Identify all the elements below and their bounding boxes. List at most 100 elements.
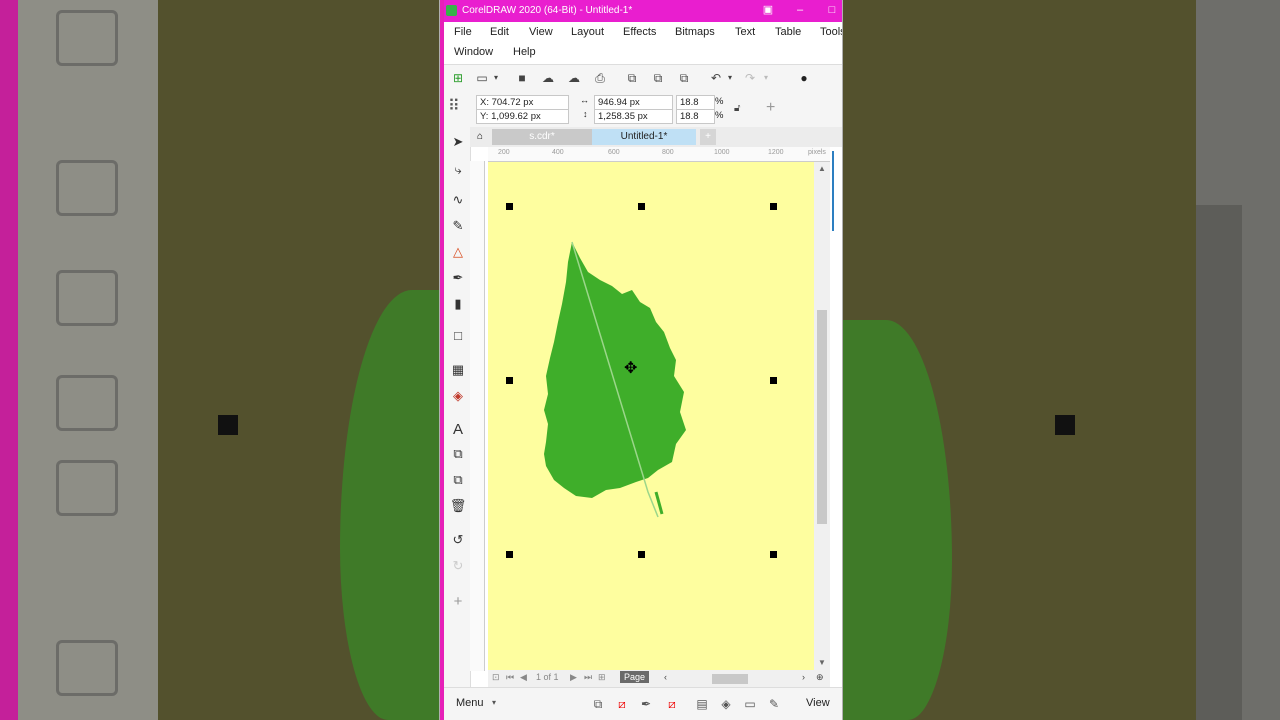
home-icon[interactable]: ⌂ bbox=[472, 129, 488, 145]
selection-handle[interactable] bbox=[770, 551, 777, 558]
outline-pen-icon[interactable]: ✒ bbox=[638, 696, 654, 712]
rectangle-tool-icon[interactable]: □ bbox=[449, 327, 467, 345]
percent-label: % bbox=[715, 96, 724, 107]
y-position-field[interactable]: Y: 1,099.62 px bbox=[476, 109, 569, 124]
shape-tool-icon[interactable]: ⤷ bbox=[449, 161, 467, 179]
open-dropdown-icon[interactable]: ▾ bbox=[488, 70, 504, 86]
scale-x-field[interactable]: 18.8 bbox=[676, 95, 715, 110]
menu-text[interactable]: Text bbox=[735, 26, 755, 38]
text-tool-icon[interactable]: A bbox=[449, 421, 467, 439]
redo-icon[interactable]: ↷ bbox=[742, 70, 758, 86]
menu-layout[interactable]: Layout bbox=[571, 26, 604, 38]
vertical-scrollbar[interactable]: ▲ ▼ bbox=[814, 162, 830, 670]
triangle-tool-icon[interactable]: △ bbox=[449, 243, 467, 261]
undo-dropdown-icon[interactable]: ▾ bbox=[722, 70, 738, 86]
height-icon: ↕ bbox=[583, 109, 588, 119]
publish-icon[interactable]: ⧉ bbox=[676, 70, 692, 86]
selection-handle[interactable] bbox=[506, 551, 513, 558]
scroll-right-icon[interactable]: › bbox=[802, 672, 805, 682]
docker-tab[interactable] bbox=[830, 147, 842, 677]
menu-effects[interactable]: Effects bbox=[623, 26, 656, 38]
menu-file[interactable]: File bbox=[454, 26, 472, 38]
table-tool-icon[interactable]: ⧉ bbox=[449, 445, 467, 463]
export-icon[interactable]: ⧉ bbox=[650, 70, 666, 86]
align-icon[interactable]: ▤ bbox=[694, 696, 710, 712]
selection-handle[interactable] bbox=[506, 203, 513, 210]
save-icon[interactable]: ■ bbox=[514, 70, 530, 86]
tab-s-cdr[interactable]: s.cdr* bbox=[492, 129, 592, 145]
scroll-thumb[interactable] bbox=[817, 310, 827, 524]
drawing-canvas[interactable]: ✥ bbox=[488, 162, 814, 670]
scale-y-field[interactable]: 18.8 bbox=[676, 109, 715, 124]
horizontal-scroll-thumb[interactable] bbox=[712, 674, 748, 684]
arrange-tool-icon[interactable]: ⧉ bbox=[449, 471, 467, 489]
menu-table[interactable]: Table bbox=[775, 26, 801, 38]
first-page-icon[interactable]: ⏮ bbox=[506, 672, 514, 683]
page-count: 1 of 1 bbox=[536, 672, 559, 682]
freehand-tool-icon[interactable]: ∿ bbox=[449, 191, 467, 209]
object-origin-icon[interactable]: ⠿ bbox=[448, 96, 460, 116]
scroll-left-icon[interactable]: ‹ bbox=[664, 672, 667, 682]
lock-ratio-icon[interactable]: 🔓︎ bbox=[734, 103, 740, 114]
rotate-right-icon[interactable]: ↻ bbox=[449, 557, 467, 575]
print-icon[interactable]: ⎙ bbox=[592, 70, 608, 86]
object-manager-icon[interactable]: ⧉ bbox=[590, 696, 606, 712]
menu-edit[interactable]: Edit bbox=[490, 26, 509, 38]
selection-handle[interactable] bbox=[770, 203, 777, 210]
menu-bitmaps[interactable]: Bitmaps bbox=[675, 26, 715, 38]
hints-icon[interactable]: ✎ bbox=[766, 696, 782, 712]
no-outline-icon[interactable]: ⧄ bbox=[664, 696, 680, 712]
selection-handle[interactable] bbox=[638, 203, 645, 210]
height-field[interactable]: 1,258.35 px bbox=[594, 109, 673, 124]
bg-handle bbox=[1055, 415, 1075, 435]
last-page-icon[interactable]: ⏭ bbox=[584, 672, 592, 683]
add-icon[interactable]: + bbox=[766, 99, 775, 117]
add-page-icon[interactable]: ⊞ bbox=[598, 672, 606, 683]
cloud-upload-icon[interactable]: ☁ bbox=[566, 70, 582, 86]
page-tab[interactable]: Page bbox=[620, 671, 650, 683]
ruler-tick: 400 bbox=[552, 149, 564, 156]
transparency-tool-icon[interactable]: ▦ bbox=[449, 361, 467, 379]
import-icon[interactable]: ⧉ bbox=[624, 70, 640, 86]
leaf-image[interactable] bbox=[488, 162, 814, 670]
cloud-download-icon[interactable]: ☁ bbox=[540, 70, 556, 86]
scroll-up-icon[interactable]: ▲ bbox=[818, 164, 826, 173]
selection-handle[interactable] bbox=[638, 551, 645, 558]
next-page-icon[interactable]: ▶ bbox=[570, 672, 577, 683]
redo-dropdown-icon[interactable]: ▾ bbox=[758, 70, 774, 86]
minimize-button[interactable]: – bbox=[792, 3, 808, 17]
bg-toolbox bbox=[18, 0, 158, 720]
layers-icon[interactable]: ◈ bbox=[718, 696, 734, 712]
view-button[interactable]: View bbox=[806, 697, 830, 709]
menu-button[interactable]: Menu bbox=[456, 697, 484, 709]
prev-page-icon[interactable]: ◀ bbox=[520, 672, 527, 683]
add-tool-icon[interactable]: + bbox=[449, 593, 467, 611]
restore-icon[interactable]: ▣ bbox=[760, 3, 776, 17]
tab-untitled[interactable]: Untitled-1* bbox=[592, 129, 696, 145]
width-field[interactable]: 946.94 px bbox=[594, 95, 673, 110]
eraser-tool-icon[interactable]: ▮ bbox=[449, 295, 467, 313]
no-fill-icon[interactable]: ⧄ bbox=[614, 696, 630, 712]
delete-icon[interactable]: 🗑︎ bbox=[449, 497, 467, 515]
rotate-icon[interactable]: ↺ bbox=[449, 531, 467, 549]
maximize-button[interactable]: □ bbox=[824, 3, 840, 17]
corel-connect-icon[interactable]: ● bbox=[796, 70, 812, 86]
new-tab-icon[interactable]: + bbox=[700, 129, 716, 145]
artistic-media-icon[interactable]: ✎ bbox=[449, 217, 467, 235]
menu-window[interactable]: Window bbox=[454, 46, 493, 58]
page-options-icon[interactable]: ⊡ bbox=[492, 672, 500, 683]
menu-tools[interactable]: Tools bbox=[820, 26, 842, 38]
scroll-down-icon[interactable]: ▼ bbox=[818, 658, 826, 667]
menu-dropdown-icon[interactable]: ▾ bbox=[492, 698, 496, 707]
selection-handle[interactable] bbox=[506, 377, 513, 384]
comment-icon[interactable]: ▭ bbox=[742, 696, 758, 712]
pick-tool-icon[interactable]: ➤ bbox=[449, 133, 467, 151]
menu-view[interactable]: View bbox=[529, 26, 553, 38]
pen-tool-icon[interactable]: ✒ bbox=[449, 269, 467, 287]
fill-tool-icon[interactable]: ◈ bbox=[449, 387, 467, 405]
x-position-field[interactable]: X: 704.72 px bbox=[476, 95, 569, 110]
zoom-icon[interactable]: ⊕ bbox=[816, 672, 824, 683]
new-document-icon[interactable]: ⊞ bbox=[450, 70, 466, 86]
menu-help[interactable]: Help bbox=[513, 46, 536, 58]
selection-handle[interactable] bbox=[770, 377, 777, 384]
